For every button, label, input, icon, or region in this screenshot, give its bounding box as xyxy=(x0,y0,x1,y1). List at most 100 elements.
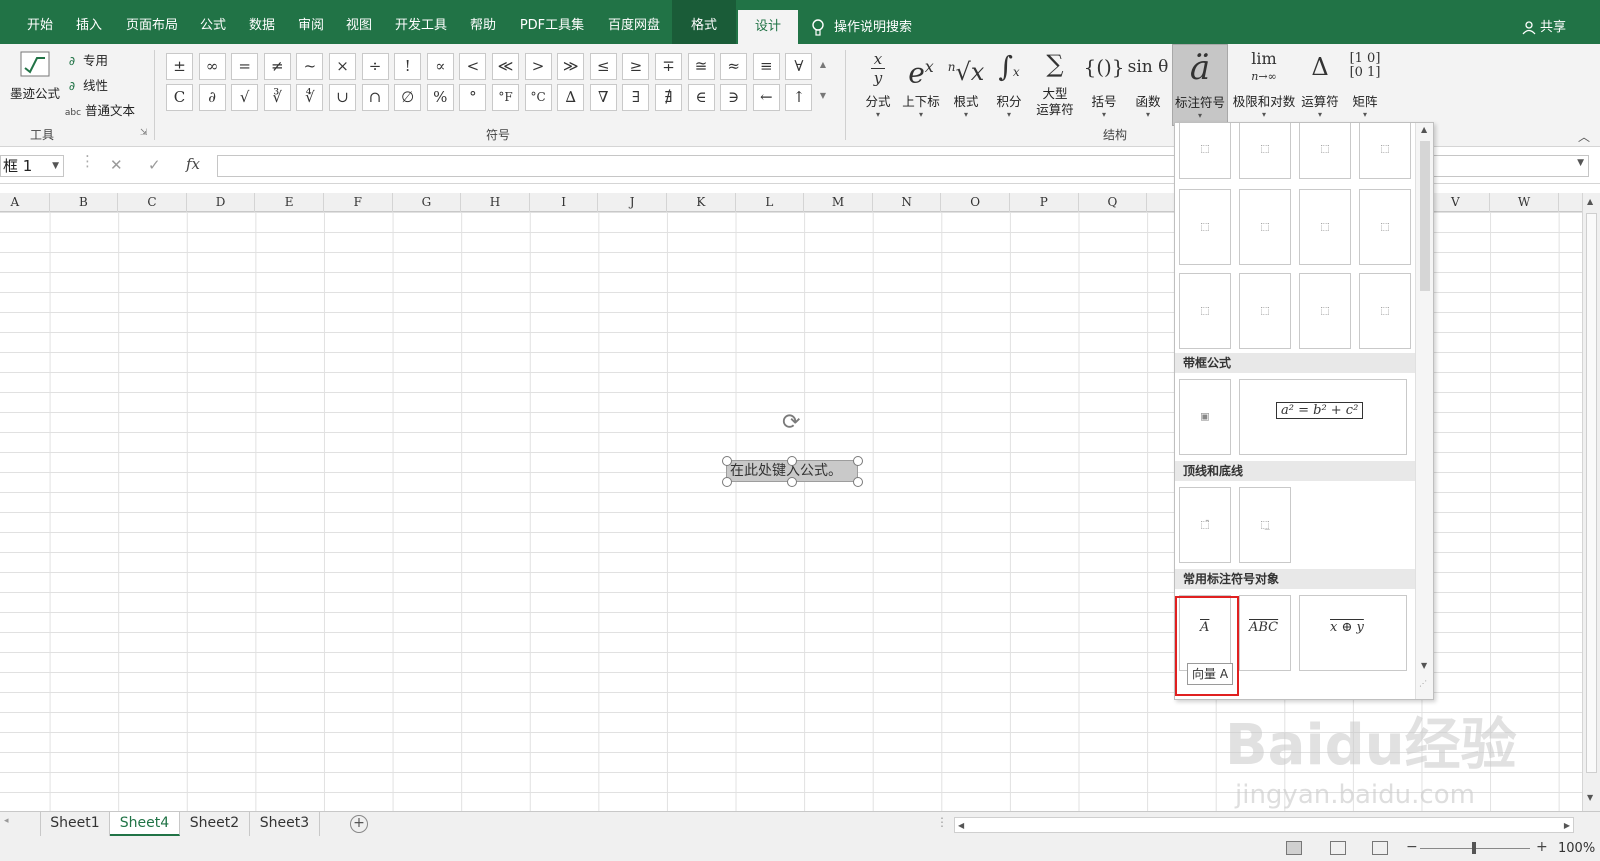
zoom-in-icon[interactable]: + xyxy=(1536,839,1548,855)
symbol-button[interactable]: ∆ xyxy=(557,84,585,111)
accent-tile[interactable]: ⬚ xyxy=(1299,123,1351,179)
symbol-button[interactable]: °C xyxy=(524,84,552,111)
underbar-tile[interactable]: ⬚̲ xyxy=(1239,487,1291,563)
symbol-button[interactable]: √ xyxy=(231,84,259,111)
symbol-button[interactable]: C xyxy=(166,84,193,111)
symbol-button[interactable]: ∞ xyxy=(198,53,226,80)
vertical-scrollbar[interactable]: ▲ ▼ xyxy=(1582,193,1600,811)
add-sheet-icon[interactable]: + xyxy=(350,815,368,833)
symbol-button[interactable]: ↑ xyxy=(785,84,813,111)
column-header[interactable]: B xyxy=(50,193,119,212)
boxed-formula-tile[interactable]: ▣ xyxy=(1179,379,1231,455)
bracket-button[interactable]: {()} 括号 ▾ xyxy=(1082,44,1126,126)
name-box[interactable]: 框 1 ▼ xyxy=(0,155,64,177)
accent-tile[interactable]: ⬚ xyxy=(1299,273,1351,349)
scroll-down-icon[interactable]: ▼ xyxy=(1587,793,1593,802)
symbol-button[interactable]: ← xyxy=(752,84,780,111)
rotate-handle-icon[interactable]: ⟳ xyxy=(782,412,800,434)
symbol-button[interactable]: ≡ xyxy=(752,53,780,80)
symbol-button[interactable]: ≈ xyxy=(720,53,748,80)
cancel-icon[interactable]: ✕ xyxy=(110,156,123,174)
overbar-xor-tile[interactable]: x ⊕ y xyxy=(1299,595,1407,671)
large-operator-button[interactable]: ∑ 大型 运算符 xyxy=(1030,44,1080,126)
column-header[interactable]: Q xyxy=(1079,193,1148,212)
symbol-button[interactable]: ∛ xyxy=(263,84,291,111)
limit-log-button[interactable]: lim n→∞ 极限和对数 ▾ xyxy=(1230,44,1298,126)
symbol-button[interactable]: ~ xyxy=(296,53,324,80)
gallery-scrollbar[interactable]: ▲ ▼ xyxy=(1415,123,1433,699)
sheet-nav-icon[interactable]: ◂ xyxy=(4,816,9,826)
collapse-ribbon-icon[interactable]: ︿ xyxy=(1578,128,1590,145)
accent-tile[interactable]: ⬚ xyxy=(1239,273,1291,349)
page-layout-view-icon[interactable] xyxy=(1330,841,1346,855)
column-header[interactable]: M xyxy=(804,193,873,212)
normal-view-icon[interactable] xyxy=(1286,841,1302,855)
resize-handle[interactable] xyxy=(787,477,797,487)
dialog-launcher-icon[interactable]: ⇲ xyxy=(140,128,148,138)
accent-tile[interactable]: ⬚ xyxy=(1179,273,1231,349)
tab-view[interactable]: 视图 xyxy=(336,0,382,44)
accent-button[interactable]: ä 标注符号 ▾ xyxy=(1172,44,1228,126)
column-header[interactable]: F xyxy=(324,193,393,212)
boxed-pythagoras-tile[interactable]: a² = b² + c² xyxy=(1239,379,1407,455)
symbol-button[interactable]: ∓ xyxy=(655,53,682,80)
sheet-tab-sheet1[interactable]: Sheet1 xyxy=(40,812,110,836)
sheet-tab-sheet3[interactable]: Sheet3 xyxy=(250,812,320,836)
split-grip-icon[interactable]: ⋮ xyxy=(936,815,948,829)
column-header[interactable]: G xyxy=(393,193,462,212)
fraction-button[interactable]: xy 分式 ▾ xyxy=(858,44,898,126)
zoom-level[interactable]: 100% xyxy=(1558,841,1595,856)
overbar-tile[interactable]: ⬚̄ xyxy=(1179,487,1231,563)
chevron-down-icon[interactable]: ▼ xyxy=(52,156,59,176)
zoom-out-icon[interactable]: − xyxy=(1406,839,1418,855)
tab-formulas[interactable]: 公式 xyxy=(190,0,236,44)
tab-data[interactable]: 数据 xyxy=(238,0,286,44)
tab-help[interactable]: 帮助 xyxy=(460,0,506,44)
column-header[interactable]: O xyxy=(941,193,1010,212)
horizontal-scrollbar[interactable]: ◀ ▶ xyxy=(954,817,1574,833)
symbol-button[interactable]: ° xyxy=(459,84,487,111)
tab-review[interactable]: 审阅 xyxy=(288,0,334,44)
symbol-more-icon[interactable]: ▼ xyxy=(816,82,830,109)
symbol-button[interactable]: % xyxy=(426,84,454,111)
resize-handle[interactable] xyxy=(787,456,797,466)
symbol-button[interactable]: ± xyxy=(166,53,193,80)
resize-handle[interactable] xyxy=(853,477,863,487)
integral-button[interactable]: ∫x 积分 ▾ xyxy=(988,44,1030,126)
scroll-right-icon[interactable]: ▶ xyxy=(1564,818,1570,833)
accent-tile[interactable]: ⬚ xyxy=(1359,123,1411,179)
sheet-tab-sheet2[interactable]: Sheet2 xyxy=(180,812,250,836)
radical-button[interactable]: n√x 根式 ▾ xyxy=(944,44,988,126)
resize-handle[interactable] xyxy=(722,477,732,487)
scroll-up-icon[interactable]: ▲ xyxy=(1587,197,1593,206)
operator-button[interactable]: Δ 运算符 ▾ xyxy=(1298,44,1342,126)
column-header[interactable]: I xyxy=(530,193,599,212)
linear-button[interactable]: ∂ 线性 xyxy=(64,75,108,94)
symbol-button[interactable]: < xyxy=(459,53,487,80)
scroll-thumb[interactable] xyxy=(1420,141,1430,291)
resize-handle[interactable] xyxy=(722,456,732,466)
accent-tile[interactable]: ⬚ xyxy=(1179,189,1231,265)
insert-function-icon[interactable]: fx xyxy=(186,155,200,173)
symbol-button[interactable]: ∜ xyxy=(296,84,324,111)
column-header[interactable]: C xyxy=(118,193,187,212)
ink-equation-button[interactable]: 墨迹公式 xyxy=(8,50,62,102)
tab-baidu-netdisk[interactable]: 百度网盘 xyxy=(598,0,670,44)
column-header[interactable]: D xyxy=(187,193,256,212)
symbol-button[interactable]: × xyxy=(329,53,356,80)
symbol-button[interactable]: ÷ xyxy=(361,53,389,80)
symbol-scroll-up-icon[interactable]: ▲ xyxy=(816,51,830,78)
symbol-button[interactable]: °F xyxy=(492,84,519,111)
matrix-button[interactable]: [1 0] [0 1] 矩阵 ▾ xyxy=(1344,44,1386,126)
sheet-tab-sheet4[interactable]: Sheet4 xyxy=(110,812,180,836)
symbol-button[interactable]: > xyxy=(524,53,552,80)
accent-tile[interactable]: ⬚ xyxy=(1299,189,1351,265)
column-header[interactable]: A xyxy=(0,193,50,212)
tab-pdf-tools[interactable]: PDF工具集 xyxy=(510,0,594,44)
symbol-button[interactable]: ≤ xyxy=(589,53,617,80)
symbol-button[interactable]: ∋ xyxy=(720,84,748,111)
column-header[interactable]: H xyxy=(461,193,530,212)
tab-format[interactable]: 格式 xyxy=(672,0,736,44)
symbol-button[interactable]: = xyxy=(231,53,259,80)
resize-handle[interactable] xyxy=(853,456,863,466)
